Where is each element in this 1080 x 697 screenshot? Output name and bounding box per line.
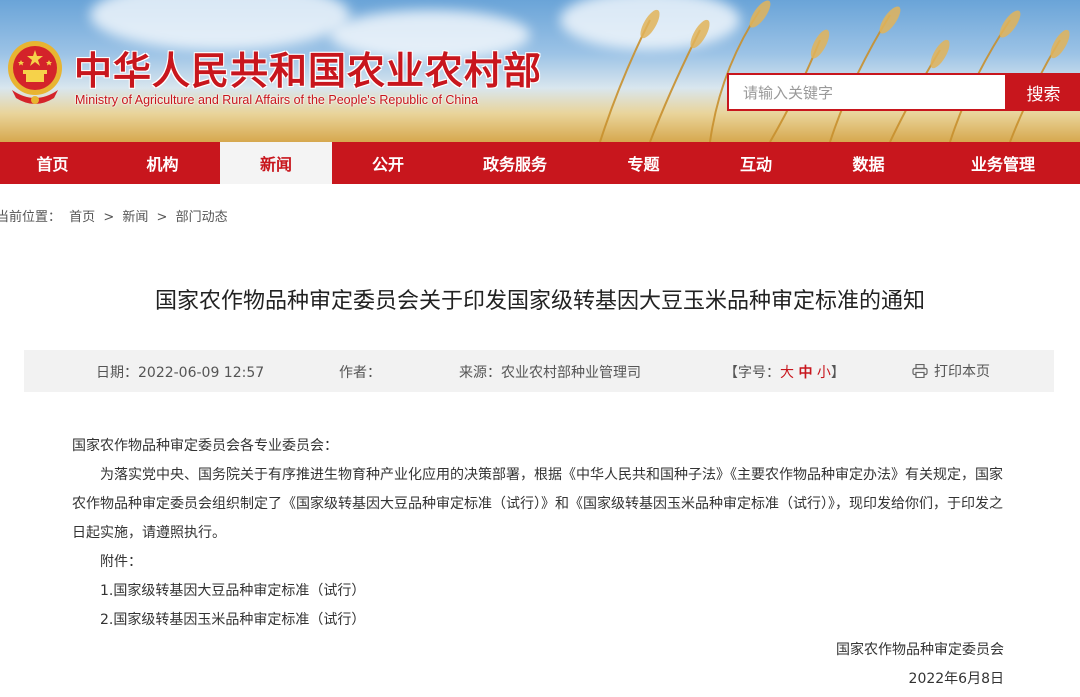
site-subtitle: Ministry of Agriculture and Rural Affair… [75,93,479,107]
font-size-close: 】 [830,365,845,381]
main-paragraph: 为落实党中央、国务院关于有序推进生物育种产业化应用的决策部署，根据《中华人民共和… [72,467,1003,541]
breadcrumb: 当前位置： 首页 > 新闻 > 部门动态 [0,206,232,225]
nav-item-data[interactable]: 数据 [811,142,926,184]
search-button[interactable]: 搜索 [1007,73,1080,111]
breadcrumb-label: 当前位置： [0,210,62,225]
article-author: 作者： [339,362,381,382]
national-emblem-icon [8,41,62,104]
nav-item-home[interactable]: 首页 [0,142,105,184]
printer-icon [912,364,928,378]
breadcrumb-news[interactable]: 新闻 [122,210,148,225]
breadcrumb-separator: > [156,210,168,225]
nav-item-business-management[interactable]: 业务管理 [926,142,1080,184]
breadcrumb-department-news[interactable]: 部门动态 [176,210,228,225]
signature-org: 国家农作物品种审定委员会 [836,642,1004,658]
nav-item-government-services[interactable]: 政务服务 [444,142,586,184]
source-label: 来源： [459,365,501,381]
font-size-large[interactable]: 大 [780,365,794,381]
attachment-label: 附件： [100,554,142,570]
signature-block: 国家农作物品种审定委员会 2022年6月8日 [836,636,1004,694]
font-size-small[interactable]: 小 [817,365,831,381]
attachment-item[interactable]: 2.国家级转基因玉米品种审定标准（试行） [72,606,1012,635]
article-meta-bar: 日期：2022-06-09 12:57 作者： 来源：农业农村部种业管理司 【字… [24,350,1054,392]
date-value: 2022-06-09 12:57 [138,365,265,381]
attachment-item[interactable]: 1.国家级转基因大豆品种审定标准（试行） [72,577,1012,606]
print-page-button[interactable]: 打印本页 [912,361,990,381]
nav-item-institution[interactable]: 机构 [105,142,220,184]
article-body: 国家农作物品种审定委员会各专业委员会： 为落实党中央、国务院关于有序推进生物育种… [72,432,1012,635]
font-size-control: 【字号：大 中 小】 [724,362,845,382]
source-value: 农业农村部种业管理司 [501,365,641,381]
font-size-label: 【字号： [724,365,780,381]
breadcrumb-separator: > [103,210,115,225]
wheat-field-graphic [599,0,1070,142]
breadcrumb-home[interactable]: 首页 [69,210,95,225]
signature-date: 2022年6月8日 [908,671,1004,687]
nav-item-public[interactable]: 公开 [332,142,444,184]
print-label: 打印本页 [934,364,990,380]
article-title: 国家农作物品种审定委员会关于印发国家级转基因大豆玉米品种审定标准的通知 [154,289,925,314]
site-title[interactable]: 中华人民共和国农业农村部 [74,40,542,95]
article-source: 来源：农业农村部种业管理司 [459,362,641,382]
search-input[interactable]: 请输入关键字 [727,73,1007,111]
nav-item-topics[interactable]: 专题 [586,142,701,184]
nav-item-news[interactable]: 新闻 [220,142,332,184]
main-nav: 首页 机构 新闻 公开 政务服务 专题 互动 数据 业务管理 [0,142,1080,184]
nav-item-interaction[interactable]: 互动 [701,142,811,184]
salutation: 国家农作物品种审定委员会各专业委员会： [72,438,338,454]
article-date: 日期：2022-06-09 12:57 [96,362,264,382]
font-size-medium[interactable]: 中 [798,365,812,381]
author-label: 作者： [339,365,381,381]
date-label: 日期： [96,365,138,381]
